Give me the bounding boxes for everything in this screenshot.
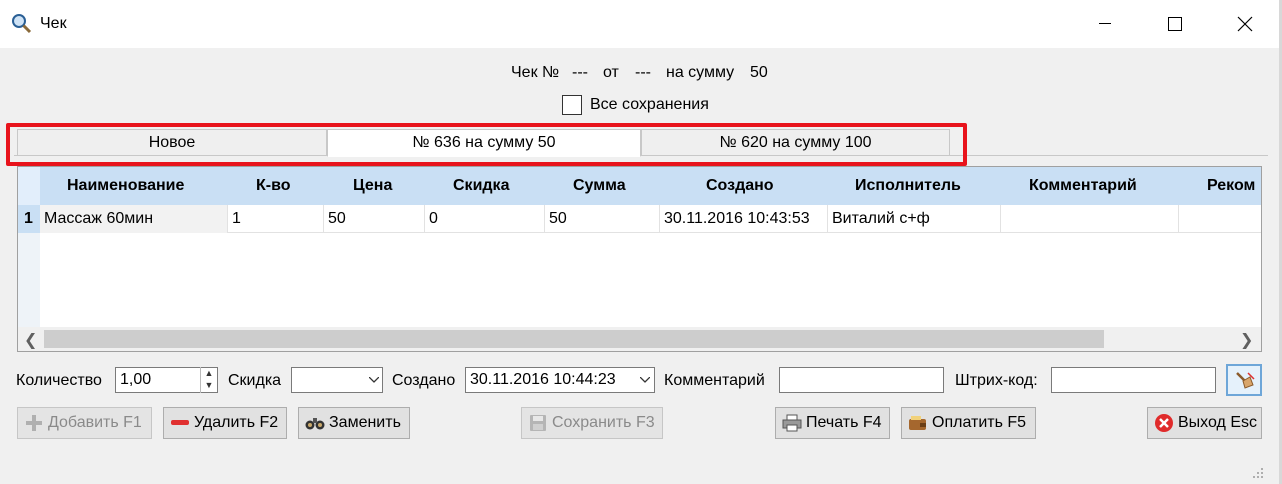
- scroll-left-icon[interactable]: ❮: [24, 330, 37, 350]
- save-button[interactable]: Сохранить F3: [521, 407, 663, 439]
- col-header-executor[interactable]: Исполнитель: [855, 177, 961, 195]
- tabs-highlight-box: [6, 123, 967, 166]
- created-datetime-input[interactable]: [465, 367, 655, 393]
- sum-label: на сумму: [666, 64, 735, 81]
- row-number[interactable]: 1: [18, 205, 40, 233]
- col-header-discount[interactable]: Скидка: [453, 177, 509, 195]
- col-header-comment[interactable]: Комментарий: [1029, 177, 1137, 195]
- delete-button[interactable]: Удалить F2: [163, 407, 287, 439]
- col-header-qty[interactable]: К-во: [256, 177, 291, 195]
- close-button[interactable]: [1210, 0, 1280, 48]
- spin-up-icon[interactable]: ▲: [201, 367, 217, 379]
- chevron-down-icon[interactable]: [365, 367, 383, 393]
- pay-button[interactable]: Оплатить F5: [901, 407, 1036, 439]
- row-header-empty: [18, 233, 40, 327]
- cell-name[interactable]: Массаж 60мин: [40, 205, 228, 233]
- spin-down-icon[interactable]: ▼: [201, 379, 217, 391]
- barcode-label: Штрих-код:: [955, 372, 1038, 389]
- col-header-sum[interactable]: Сумма: [573, 177, 626, 195]
- check-date: ---: [635, 64, 651, 81]
- cell-recommendation[interactable]: [1179, 205, 1261, 233]
- print-button[interactable]: Печать F4: [775, 407, 890, 439]
- cell-price[interactable]: 50: [324, 205, 425, 233]
- check-sum: 50: [750, 64, 768, 81]
- clear-button[interactable]: [1226, 364, 1262, 396]
- floppy-disk-icon: [528, 413, 548, 433]
- resize-grip-icon[interactable]: [1252, 466, 1264, 478]
- broom-icon: [1236, 372, 1255, 389]
- cell-sum[interactable]: 50: [545, 205, 660, 233]
- exit-button[interactable]: Выход Esc: [1147, 407, 1262, 439]
- scroll-right-icon[interactable]: ❯: [1240, 330, 1253, 350]
- comment-input[interactable]: [779, 367, 944, 393]
- binoculars-icon: [305, 413, 325, 433]
- magnifier-icon: [10, 12, 32, 34]
- cell-created[interactable]: 30.11.2016 10:43:53: [660, 205, 828, 233]
- replace-button[interactable]: Заменить: [298, 407, 410, 439]
- quantity-label: Количество: [16, 372, 102, 389]
- cell-executor[interactable]: Виталий с+ф: [828, 205, 1001, 233]
- all-saves-label: Все сохранения: [590, 96, 709, 113]
- table-header: Наименование К-во Цена Скидка Сумма Созд…: [18, 167, 1261, 205]
- col-header-name[interactable]: Наименование: [67, 177, 184, 195]
- from-label: от: [603, 64, 619, 81]
- discount-label: Скидка: [228, 372, 282, 389]
- cell-comment[interactable]: [1001, 205, 1179, 233]
- quantity-stepper[interactable]: ▲ ▼: [200, 367, 217, 393]
- title-bar: Чек: [0, 0, 1282, 48]
- minimize-button[interactable]: [1070, 0, 1140, 48]
- barcode-input[interactable]: [1051, 367, 1216, 393]
- maximize-button[interactable]: [1140, 0, 1210, 48]
- col-header-recommendation[interactable]: Реком: [1207, 177, 1255, 195]
- horizontal-scrollbar[interactable]: ❮ ❯: [18, 327, 1261, 351]
- created-label: Создано: [392, 372, 456, 389]
- close-circle-icon: [1154, 413, 1174, 433]
- close-icon: [1237, 16, 1253, 32]
- table-row[interactable]: Массаж 60мин 1 50 0 50 30.11.2016 10:43:…: [40, 205, 1261, 233]
- printer-icon: [782, 413, 802, 433]
- all-saves-checkbox[interactable]: [562, 95, 582, 115]
- cell-qty[interactable]: 1: [228, 205, 324, 233]
- wallet-icon: [908, 413, 928, 433]
- window-title: Чек: [40, 15, 67, 32]
- minus-icon: [170, 413, 190, 433]
- col-header-created[interactable]: Создано: [706, 177, 774, 195]
- table-corner: [18, 167, 40, 205]
- comment-label: Комментарий: [664, 372, 765, 389]
- plus-icon: [24, 413, 44, 433]
- check-number: ---: [572, 64, 588, 81]
- col-header-price[interactable]: Цена: [353, 177, 392, 195]
- items-table[interactable]: Наименование К-во Цена Скидка Сумма Созд…: [17, 166, 1262, 352]
- check-label: Чек №: [511, 64, 560, 81]
- scrollbar-thumb[interactable]: [44, 330, 1104, 348]
- cell-discount[interactable]: 0: [425, 205, 545, 233]
- chevron-down-icon[interactable]: [636, 367, 654, 393]
- add-button[interactable]: Добавить F1: [17, 407, 152, 439]
